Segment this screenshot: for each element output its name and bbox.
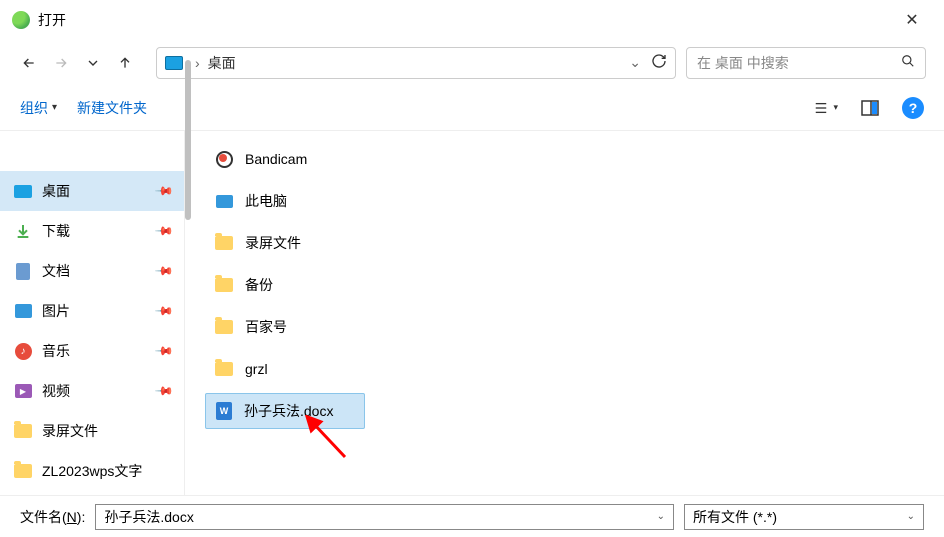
pin-icon: 📌: [154, 181, 174, 201]
sidebar-label: 录屏文件: [42, 421, 98, 441]
file-item-selected[interactable]: W 孙子兵法.docx: [205, 393, 365, 429]
file-item[interactable]: Bandicam: [205, 141, 365, 177]
refresh-button[interactable]: [651, 53, 667, 72]
picture-icon: [14, 302, 32, 320]
app-icon: [12, 11, 30, 29]
chevron-icon[interactable]: ›: [191, 55, 204, 71]
up-button[interactable]: [114, 52, 136, 74]
file-name: Bandicam: [245, 151, 307, 167]
help-button[interactable]: ?: [902, 97, 924, 119]
sidebar-label: 桌面: [42, 181, 70, 201]
file-name: 孙子兵法.docx: [244, 401, 333, 421]
sidebar-item-downloads[interactable]: 下载 📌: [0, 211, 184, 251]
sidebar-item-videos[interactable]: ▶ 视频 📌: [0, 371, 184, 411]
sidebar-label: 下载: [42, 221, 70, 241]
pin-icon: 📌: [154, 301, 174, 321]
main-area: 桌面 📌 下载 📌 文档 📌 图片 📌 ♪ 音乐 📌 ▶ 视频 📌: [0, 130, 944, 495]
music-icon: ♪: [14, 342, 32, 360]
sidebar-item-desktop[interactable]: 桌面 📌: [0, 171, 184, 211]
file-name: grzl: [245, 361, 268, 377]
sidebar-label: 视频: [42, 381, 70, 401]
search-input[interactable]: 在 桌面 中搜索: [686, 47, 926, 79]
title-bar: 打开 ✕: [0, 0, 944, 40]
sidebar-label: 文档: [42, 261, 70, 281]
preview-pane-button[interactable]: [858, 96, 882, 120]
folder-icon: [215, 362, 233, 376]
pin-icon: 📌: [154, 341, 174, 361]
forward-button[interactable]: [50, 52, 72, 74]
close-button[interactable]: ✕: [892, 10, 932, 30]
monitor-icon: [14, 182, 32, 200]
file-name: 百家号: [245, 317, 287, 337]
address-dropdown-icon[interactable]: ⌄: [629, 54, 641, 71]
recent-dropdown[interactable]: [82, 52, 104, 74]
organize-button[interactable]: 组织 ▾: [20, 98, 57, 118]
thispc-icon: [215, 192, 233, 210]
filename-label: 文件名(N):: [20, 507, 85, 527]
download-icon: [14, 222, 32, 240]
file-item[interactable]: 此电脑: [205, 183, 365, 219]
view-mode-button[interactable]: ▾: [814, 96, 838, 120]
file-item[interactable]: 录屏文件: [205, 225, 365, 261]
sidebar-item-pictures[interactable]: 图片 📌: [0, 291, 184, 331]
document-icon: [14, 262, 32, 280]
search-placeholder: 在 桌面 中搜索: [697, 53, 901, 73]
sidebar-item-folder[interactable]: ZL2023wps文字: [0, 451, 184, 491]
video-icon: ▶: [14, 382, 32, 400]
sidebar-item-music[interactable]: ♪ 音乐 📌: [0, 331, 184, 371]
window-title: 打开: [38, 10, 892, 30]
file-item[interactable]: 备份: [205, 267, 365, 303]
folder-icon: [215, 236, 233, 250]
toolbar: 组织 ▾ 新建文件夹 ▾ ?: [0, 85, 944, 130]
docx-icon: W: [216, 402, 232, 420]
file-name: 此电脑: [245, 191, 287, 211]
folder-icon: [215, 320, 233, 334]
folder-icon: [14, 424, 32, 438]
search-icon[interactable]: [901, 54, 915, 71]
folder-icon: [14, 464, 32, 478]
monitor-icon: [165, 56, 183, 70]
file-list[interactable]: Bandicam 此电脑 录屏文件 备份 百家号 grzl W 孙子兵法.doc…: [185, 131, 944, 495]
sidebar-item-folder[interactable]: 录屏文件: [0, 411, 184, 451]
sidebar-label: ZL2023wps文字: [42, 461, 142, 481]
file-name: 录屏文件: [245, 233, 301, 253]
new-folder-button[interactable]: 新建文件夹: [77, 98, 147, 118]
sidebar-label: 图片: [42, 301, 70, 321]
file-item[interactable]: grzl: [205, 351, 365, 387]
breadcrumb-item[interactable]: 桌面: [204, 53, 240, 73]
sidebar-item-documents[interactable]: 文档 📌: [0, 251, 184, 291]
file-item[interactable]: 百家号: [205, 309, 365, 345]
file-name: 备份: [245, 275, 273, 295]
sidebar: 桌面 📌 下载 📌 文档 📌 图片 📌 ♪ 音乐 📌 ▶ 视频 📌: [0, 131, 185, 495]
pin-icon: 📌: [154, 261, 174, 281]
address-bar[interactable]: › 桌面 ⌄: [156, 47, 676, 79]
back-button[interactable]: [18, 52, 40, 74]
pin-icon: 📌: [154, 221, 174, 241]
filename-input[interactable]: 孙子兵法.docx ⌄: [95, 504, 674, 530]
file-type-filter[interactable]: 所有文件 (*.*) ⌄: [684, 504, 924, 530]
chevron-down-icon[interactable]: ⌄: [657, 511, 665, 522]
nav-bar: › 桌面 ⌄ 在 桌面 中搜索: [0, 40, 944, 85]
pin-icon: 📌: [154, 381, 174, 401]
chevron-down-icon[interactable]: ⌄: [907, 511, 915, 522]
folder-icon: [215, 278, 233, 292]
footer: 文件名(N): 孙子兵法.docx ⌄ 所有文件 (*.*) ⌄: [0, 495, 944, 537]
sidebar-label: 音乐: [42, 341, 70, 361]
app-icon: [215, 150, 233, 168]
